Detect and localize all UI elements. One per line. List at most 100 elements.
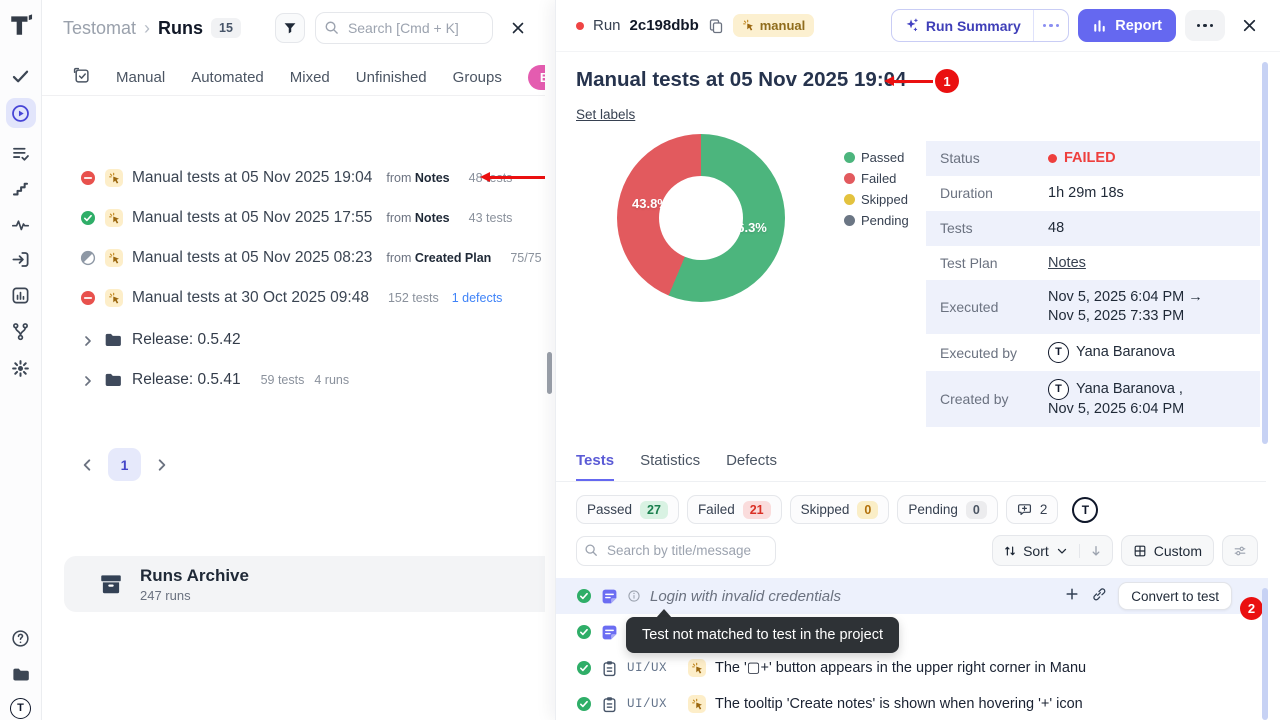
pill-comments[interactable]: 2 [1006, 495, 1059, 524]
runs-scrollbar-thumb[interactable] [547, 352, 552, 394]
page-prev-icon[interactable] [80, 458, 94, 472]
close-icon[interactable] [505, 15, 531, 41]
breadcrumb-project[interactable]: Testomat [63, 18, 136, 39]
pagination: 1 [80, 448, 169, 481]
tab-manual[interactable]: Manual [116, 69, 165, 86]
copy-icon[interactable] [708, 18, 724, 34]
report-button[interactable]: Report [1078, 9, 1176, 42]
detail-scrollbar-thumb[interactable] [1262, 62, 1268, 444]
run-summary-button[interactable]: Run Summary [892, 10, 1033, 41]
select-all-icon[interactable] [73, 67, 90, 89]
breadcrumb: Testomat › Runs 15 [63, 18, 241, 39]
app-window: T Testomat › Runs 15 Manual Automated Mi… [0, 0, 1280, 720]
run-row[interactable]: Manual tests at 05 Nov 2025 08:23 from C… [42, 238, 545, 278]
comment-count: 2 [1040, 502, 1048, 517]
page-number[interactable]: 1 [108, 448, 141, 481]
testomat-logo-icon[interactable] [8, 12, 34, 38]
grid-icon [1133, 544, 1147, 558]
test-list-nav-icon[interactable] [11, 143, 31, 163]
branches-nav-icon[interactable] [11, 321, 31, 341]
pill-passed[interactable]: Passed27 [576, 495, 679, 524]
runs-panel: Testomat › Runs 15 Manual Automated Mixe… [42, 0, 545, 720]
pulse-nav-icon[interactable] [11, 214, 31, 234]
test-row[interactable]: UI/UX The '▢+' button appears in the upp… [556, 650, 1268, 686]
assignee-avatar[interactable]: T [1072, 497, 1098, 523]
search-icon [324, 20, 339, 40]
manual-run-icon [105, 249, 123, 267]
run-id: 2c198dbb [630, 17, 699, 34]
manual-run-icon [105, 289, 123, 307]
passed-status-icon [80, 210, 96, 226]
tests-search-input[interactable] [576, 536, 776, 566]
run-summary-more-button[interactable] [1033, 10, 1069, 41]
set-labels-link[interactable]: Set labels [576, 107, 635, 122]
tab-unfinished[interactable]: Unfinished [356, 69, 427, 86]
panel-gutter [545, 0, 555, 720]
run-row[interactable]: Manual tests at 05 Nov 2025 17:55 from N… [42, 198, 545, 238]
pill-failed[interactable]: Failed21 [687, 495, 782, 524]
steps-nav-icon[interactable] [11, 178, 31, 198]
tab-tests[interactable]: Tests [576, 452, 614, 481]
run-from: from Created Plan [386, 251, 491, 265]
test-row[interactable]: UI/UX The tooltip 'Create notes' is show… [556, 686, 1268, 720]
run-from: from Notes [386, 171, 449, 185]
filter-button[interactable] [275, 13, 305, 43]
sort-arrows-icon [1003, 544, 1017, 558]
tab-estimate-badge[interactable]: Estimate [528, 65, 545, 90]
help-icon[interactable] [11, 628, 31, 648]
run-title: Manual tests at 05 Nov 2025 08:23 [132, 249, 372, 267]
sliders-icon [1233, 544, 1247, 558]
runs-archive-banner[interactable]: Runs Archive 247 runs [64, 556, 545, 612]
display-settings-button[interactable] [1222, 535, 1258, 566]
tab-defects[interactable]: Defects [726, 452, 777, 481]
info-row-executed-by: Executed by TYana Baranova [926, 334, 1260, 371]
tab-statistics[interactable]: Statistics [640, 452, 700, 481]
projects-folder-icon[interactable] [11, 664, 31, 684]
breadcrumb-section[interactable]: Runs [158, 18, 203, 39]
run-row[interactable]: Manual tests at 05 Nov 2025 19:04 from N… [42, 158, 545, 198]
runs-nav-icon[interactable] [6, 98, 36, 128]
run-summary-label: Run Summary [926, 18, 1021, 34]
run-summary-split-button: Run Summary [891, 9, 1069, 42]
annotation-arrow-title [893, 80, 933, 83]
legend-passed: Passed [844, 150, 909, 165]
annotation-badge-1: 1 [935, 69, 959, 93]
info-icon [627, 589, 641, 603]
convert-to-test-button[interactable]: Convert to test [1118, 582, 1232, 610]
pill-skipped[interactable]: Skipped0 [790, 495, 890, 524]
analytics-nav-icon[interactable] [11, 285, 31, 305]
info-row-testplan: Test Plan Notes [926, 246, 1260, 281]
sort-direction-button[interactable] [1079, 544, 1112, 558]
run-row[interactable]: Manual tests at 30 Oct 2025 09:48 152 te… [42, 278, 545, 318]
tab-mixed[interactable]: Mixed [290, 69, 330, 86]
tab-groups[interactable]: Groups [453, 69, 502, 86]
avatar-letter: T [10, 698, 31, 719]
chevron-right-icon[interactable] [82, 374, 94, 386]
user-avatar[interactable]: T [11, 698, 31, 718]
run-defects-link[interactable]: 1 defects [452, 291, 503, 305]
detail-scrollbar-thumb[interactable] [1262, 588, 1268, 720]
more-actions-button[interactable] [1185, 10, 1225, 41]
chevron-right-icon[interactable] [82, 334, 94, 346]
custom-view-button[interactable]: Custom [1121, 535, 1214, 566]
release-folder-row[interactable]: Release: 0.5.42 [42, 320, 545, 360]
settings-gear-icon[interactable] [11, 358, 31, 378]
link-icon[interactable] [1091, 586, 1107, 607]
page-next-icon[interactable] [155, 458, 169, 472]
legend-skipped: Skipped [844, 192, 909, 207]
manual-test-icon [688, 695, 706, 713]
test-plan-link[interactable]: Notes [1048, 255, 1086, 271]
search-input[interactable] [315, 12, 493, 44]
close-panel-icon[interactable] [1238, 15, 1260, 37]
note-icon [601, 588, 618, 605]
manual-run-icon [105, 169, 123, 187]
add-icon[interactable] [1064, 586, 1080, 607]
tooltip: Test not matched to test in the project [626, 617, 899, 653]
sort-button[interactable]: Sort [993, 543, 1079, 559]
donut-chart: 43.8% 56.3% [617, 134, 785, 302]
tab-automated[interactable]: Automated [191, 69, 264, 86]
checks-nav-icon[interactable] [11, 66, 31, 86]
import-nav-icon[interactable] [11, 249, 31, 269]
release-folder-row[interactable]: Release: 0.5.41 59 tests 4 runs [42, 360, 545, 400]
pill-pending[interactable]: Pending0 [897, 495, 998, 524]
